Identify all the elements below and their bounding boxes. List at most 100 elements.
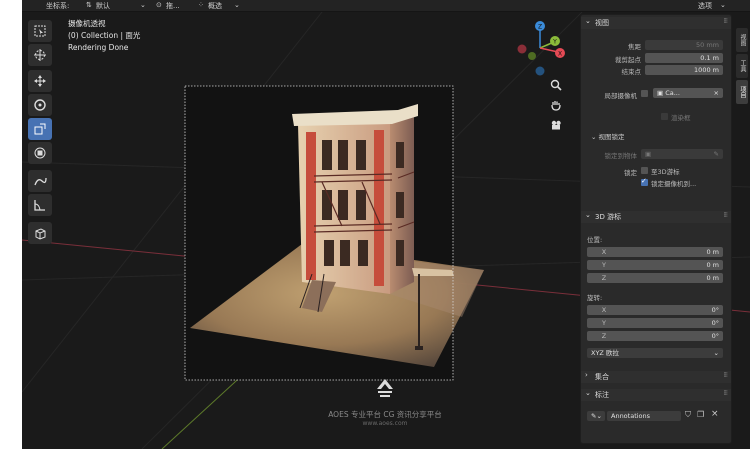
object-icon: ▣ — [645, 150, 652, 158]
axis-y-label: Y — [602, 319, 606, 327]
view-lock-title: 视图锁定 — [598, 133, 625, 141]
add-cube-tool[interactable] — [28, 222, 52, 244]
grip-icon[interactable]: ⁞⁞⁞ — [723, 371, 728, 379]
lock-label: 锁定 — [624, 169, 637, 177]
rotation-mode-dropdown[interactable]: XYZ 欧拉 ⌄ — [587, 348, 723, 358]
chevron-down-icon: ⌄ — [140, 1, 146, 9]
camera-icon: ▣ — [657, 89, 666, 97]
location-y-value: 0 m — [706, 261, 719, 269]
location-x-field[interactable]: X 0 m — [587, 247, 723, 257]
snap-icon[interactable]: ⁘ — [198, 1, 204, 9]
location-z-value: 0 m — [706, 274, 719, 282]
lock-to-object-label: 锁定到物体 — [604, 152, 638, 160]
focal-length-field[interactable]: 50 mm — [645, 40, 723, 50]
close-icon[interactable]: × — [711, 409, 719, 419]
local-camera-value: Ca... — [665, 89, 680, 97]
chevron-down-icon: ⌄ — [234, 1, 240, 9]
view-section-title: 视图 — [595, 19, 609, 27]
view-lock-subheader[interactable]: ⌄ 视图锁定 — [591, 131, 625, 141]
chevron-down-icon: ⌄ — [585, 389, 591, 397]
rotation-z-value: 0° — [711, 332, 719, 340]
transform-tool[interactable] — [28, 142, 52, 164]
clip-start-label: 裁剪起点 — [615, 56, 641, 64]
x-axis-label: X — [558, 51, 562, 58]
location-y-field[interactable]: Y 0 m — [587, 260, 723, 270]
lock-camera-checkbox[interactable] — [641, 177, 648, 186]
scale-tool[interactable] — [28, 118, 52, 140]
grip-icon[interactable]: ⁞⁞⁞ — [723, 389, 728, 397]
rotation-mode-value: XYZ 欧拉 — [591, 349, 619, 357]
annotation-section-header[interactable]: ⌄ 标注 ⁞⁞⁞ — [581, 389, 731, 401]
blender-window: 坐标系: ⇅ 默认 ⌄ ⊙ 拖... ⁘ 概选 ⌄ 选项 ⌄ 摄像机透视 (0)… — [22, 0, 750, 449]
options-dropdown[interactable]: 选项 — [698, 1, 712, 11]
move-tool[interactable] — [28, 70, 52, 92]
lock-to-object-field[interactable]: ▣ ✎ — [641, 149, 723, 159]
shield-icon[interactable]: ⛉ — [685, 410, 691, 420]
grip-icon[interactable]: ⁞⁞⁞ — [723, 211, 728, 219]
clip-end-label: 结束点 — [621, 68, 642, 76]
rotation-y-value: 0° — [711, 319, 719, 327]
add-cube-icon — [35, 228, 46, 240]
drag-dropdown[interactable]: 拖... — [166, 1, 180, 11]
annotate-icon — [34, 177, 47, 186]
location-z-field[interactable]: Z 0 m — [587, 273, 723, 283]
tab-item[interactable]: 项目 — [736, 80, 748, 104]
focal-length-label: 焦距 — [628, 43, 641, 51]
rotate-tool[interactable] — [28, 94, 52, 116]
copy-icon[interactable]: ❐ — [697, 410, 704, 419]
collection-section-header[interactable]: › 集合 ⁞⁞⁞ — [581, 371, 731, 383]
view-section-header[interactable]: ⌄ 视图 ⁞⁞⁞ — [581, 17, 731, 29]
cursor-tool[interactable] — [28, 44, 52, 66]
axis-x-label: X — [601, 306, 607, 314]
tab-tool[interactable]: 工具 — [736, 54, 748, 78]
viewport-header: 坐标系: ⇅ 默认 ⌄ ⊙ 拖... ⁘ 概选 ⌄ 选项 ⌄ — [22, 0, 750, 12]
lock-3d-cursor-label: 至3D游标 — [651, 168, 680, 176]
local-camera-label: 局部摄像机 — [604, 92, 638, 100]
render-region-checkbox[interactable] — [661, 113, 668, 120]
clip-start-field[interactable]: 0.1 m — [645, 53, 723, 63]
measure-tool[interactable] — [28, 194, 52, 216]
annotate-tool[interactable] — [28, 170, 52, 192]
render-status: Rendering Done — [68, 43, 129, 52]
axis-z-label: Z — [601, 332, 607, 340]
eyedropper-icon[interactable]: ✎ — [714, 149, 719, 159]
clip-end-field[interactable]: 1000 m — [645, 65, 723, 75]
cursor-section-title: 3D 游标 — [595, 213, 622, 221]
viewport-info: 摄像机透视 (0) Collection | 面光 Rendering Done — [68, 18, 140, 54]
lock-3d-cursor-checkbox[interactable] — [641, 167, 648, 174]
chevron-down-icon: ⌄ — [585, 211, 591, 219]
chevron-down-icon: ⌄ — [713, 349, 719, 357]
scale-icon — [34, 123, 46, 135]
sidebar-panel: ⌄ 视图 ⁞⁞⁞ 焦距 50 mm 裁剪起点 0.1 m 结束点 1000 m … — [580, 14, 732, 444]
rotation-z-field[interactable]: Z 0° — [587, 331, 723, 341]
grip-icon[interactable]: ⁞⁞⁞ — [723, 17, 728, 25]
coord-system-dropdown[interactable]: 默认 — [96, 1, 110, 11]
close-icon[interactable]: × — [714, 88, 719, 98]
tab-view[interactable]: 视图 — [736, 28, 748, 52]
rotation-label: 旋转: — [587, 294, 603, 302]
camera-view-icon[interactable] — [549, 118, 563, 132]
pan-hand-icon[interactable] — [549, 98, 563, 112]
cursor-section-header[interactable]: ⌄ 3D 游标 ⁞⁞⁞ — [581, 211, 731, 223]
annotation-name-field[interactable]: Annotations — [607, 411, 681, 421]
navigation-gizmo[interactable]: Z Y X — [510, 16, 570, 80]
pencil-icon: ✎⌄ — [591, 412, 602, 420]
chevron-down-icon: ⌄ — [591, 133, 599, 141]
rotation-y-field[interactable]: Y 0° — [587, 318, 723, 328]
orientation-icon: ⇅ — [86, 1, 92, 9]
annotation-type-dropdown[interactable]: ✎⌄ — [587, 411, 605, 421]
lock-camera-label: 锁定摄像机到... — [651, 180, 697, 188]
sidebar-tabs: 视图 工具 项目 — [734, 24, 750, 114]
select-box-tool[interactable] — [28, 20, 52, 42]
local-camera-field[interactable]: ▣ Ca... × — [653, 88, 723, 98]
3d-viewport[interactable]: 摄像机透视 (0) Collection | 面光 Rendering Done… — [22, 12, 750, 449]
rotation-x-field[interactable]: X 0° — [587, 305, 723, 315]
rotation-x-value: 0° — [711, 306, 719, 314]
select-dropdown[interactable]: 概选 — [208, 1, 222, 11]
zoom-icon[interactable] — [549, 78, 563, 92]
pivot-icon[interactable]: ⊙ — [156, 1, 162, 9]
watermark-line1: AOES 专业平台 CG 资讯分享平台 — [328, 410, 442, 419]
local-camera-checkbox[interactable] — [641, 90, 648, 97]
chevron-down-icon: ⌄ — [720, 1, 726, 9]
axis-y-label: Y — [602, 261, 606, 269]
